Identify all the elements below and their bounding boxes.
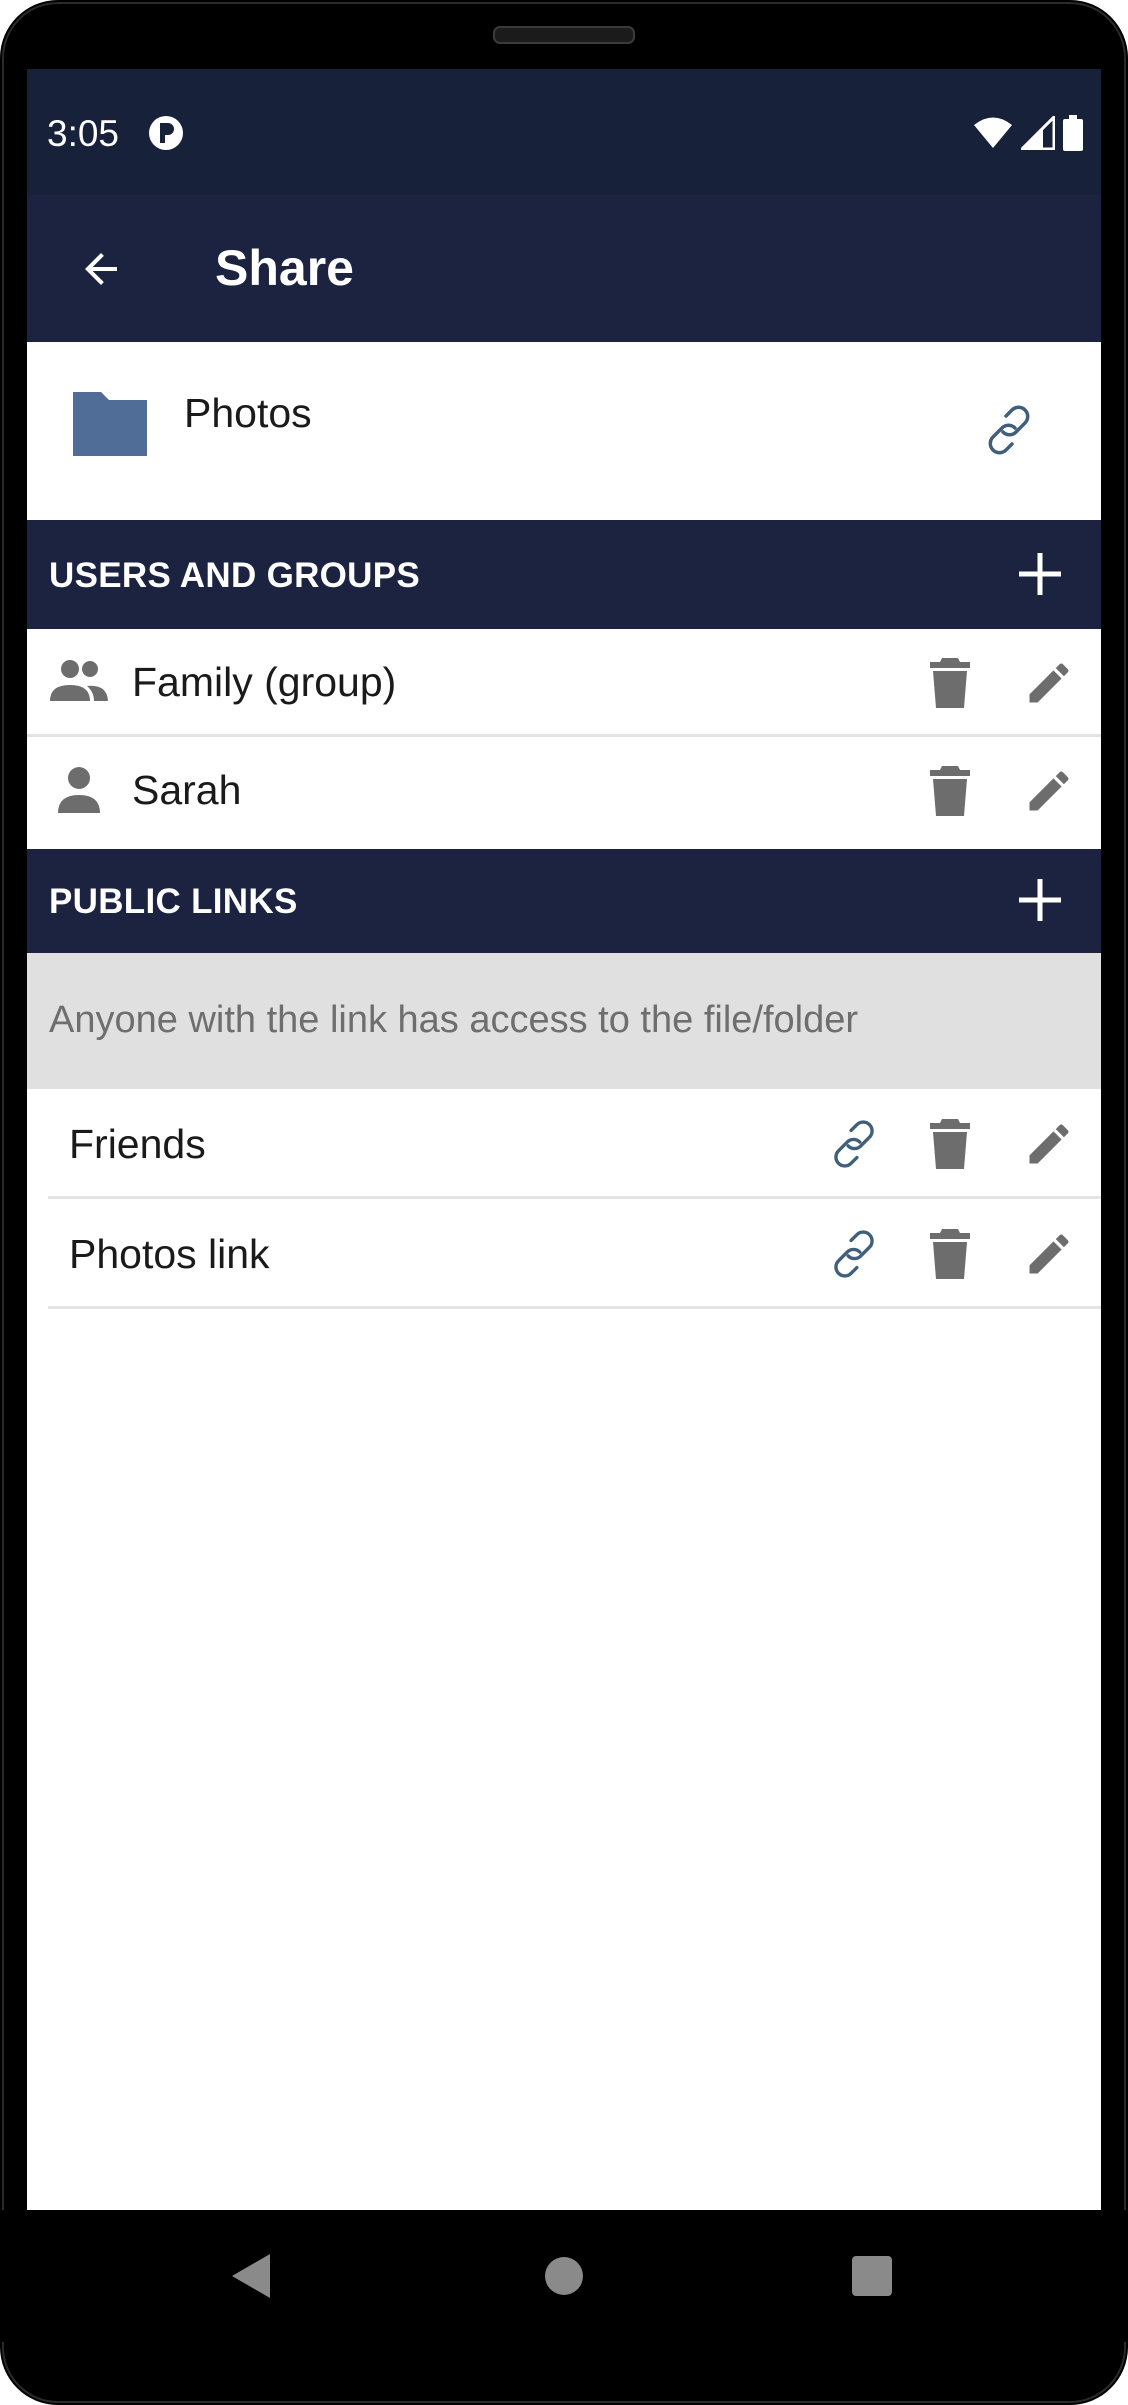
folder-icon xyxy=(73,392,147,456)
arrow-back-icon xyxy=(85,253,117,285)
public-links-header: PUBLIC LINKS xyxy=(27,849,1101,953)
trash-icon xyxy=(930,658,970,708)
share-name: Family (group) xyxy=(132,659,397,705)
status-icons xyxy=(973,114,1083,152)
section-title: PUBLIC LINKS xyxy=(49,882,298,921)
speaker-grille xyxy=(493,26,635,44)
section-title: USERS AND GROUPS xyxy=(49,556,421,595)
edit-button[interactable] xyxy=(1020,762,1078,820)
nav-back-icon xyxy=(232,2254,270,2298)
link-name: Photos link xyxy=(69,1231,270,1277)
add-link-button[interactable] xyxy=(1015,875,1065,925)
link-icon xyxy=(834,1230,874,1278)
group-icon xyxy=(50,660,108,701)
link-icon xyxy=(834,1120,874,1168)
copy-link-button[interactable] xyxy=(825,1115,883,1173)
public-links-info: Anyone with the link has access to the f… xyxy=(27,953,1101,1089)
delete-button[interactable] xyxy=(921,654,979,712)
file-name: Photos xyxy=(184,390,312,436)
edit-button[interactable] xyxy=(1020,654,1078,712)
nav-back-button[interactable] xyxy=(222,2246,282,2306)
person-icon xyxy=(58,767,100,813)
public-link-row[interactable]: Photos link xyxy=(27,1199,1101,1309)
edit-button[interactable] xyxy=(1020,1115,1078,1173)
app-bar: Share xyxy=(27,195,1101,342)
device-frame: 3:05 Share Photos USERS AND GROUPS Famil… xyxy=(0,0,1128,2405)
shared-file-row: Photos xyxy=(27,342,1101,520)
delete-button[interactable] xyxy=(921,1225,979,1283)
pencil-icon xyxy=(1029,771,1069,811)
system-nav-bar xyxy=(0,2210,1128,2342)
cell-signal-icon xyxy=(1021,116,1055,150)
trash-icon xyxy=(930,1119,970,1169)
users-groups-header: USERS AND GROUPS xyxy=(27,520,1101,629)
battery-icon xyxy=(1063,115,1083,151)
nav-home-icon xyxy=(545,2257,583,2295)
delete-button[interactable] xyxy=(921,762,979,820)
status-bar: 3:05 xyxy=(27,69,1101,195)
pencil-icon xyxy=(1029,663,1069,703)
pencil-icon xyxy=(1029,1234,1069,1274)
share-name: Sarah xyxy=(132,767,242,813)
back-button[interactable] xyxy=(73,241,129,297)
divider xyxy=(48,1306,1101,1309)
copy-link-button[interactable] xyxy=(825,1225,883,1283)
trash-icon xyxy=(930,1229,970,1279)
wifi-icon xyxy=(974,117,1012,148)
delete-button[interactable] xyxy=(921,1115,979,1173)
nav-home-button[interactable] xyxy=(534,2246,594,2306)
info-text: Anyone with the link has access to the f… xyxy=(49,999,859,1041)
link-name: Friends xyxy=(69,1121,206,1167)
pocket-cloud-icon xyxy=(149,116,183,150)
screen: 3:05 Share Photos USERS AND GROUPS Famil… xyxy=(27,69,1101,2210)
link-icon[interactable] xyxy=(979,400,1039,460)
add-user-button[interactable] xyxy=(1015,549,1065,599)
page-title: Share xyxy=(215,240,354,296)
share-row[interactable]: Family (group) xyxy=(27,629,1101,737)
share-row[interactable]: Sarah xyxy=(27,737,1101,845)
nav-recents-button[interactable] xyxy=(842,2246,902,2306)
pencil-icon xyxy=(1029,1124,1069,1164)
edit-button[interactable] xyxy=(1020,1225,1078,1283)
trash-icon xyxy=(930,766,970,816)
nav-recents-icon xyxy=(852,2256,892,2296)
public-link-row[interactable]: Friends xyxy=(27,1089,1101,1199)
status-time: 3:05 xyxy=(47,113,120,154)
